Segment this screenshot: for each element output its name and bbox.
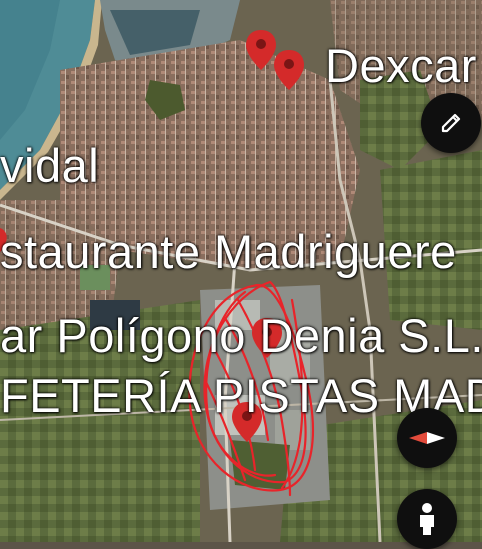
edit-button[interactable] (421, 93, 481, 153)
place-label-vidal[interactable]: vidal (0, 142, 99, 189)
place-label-poligono[interactable]: ar Polígono Denia S.L. (0, 312, 482, 359)
street-view-button[interactable] (397, 489, 457, 549)
place-label-dexcar[interactable]: Dexcar (325, 42, 477, 89)
compass-icon (409, 432, 445, 444)
pencil-icon (441, 113, 461, 133)
place-label-restaurante[interactable]: staurante Madriguere (0, 228, 457, 275)
pegman-icon (420, 503, 434, 535)
compass-button[interactable] (397, 408, 457, 468)
